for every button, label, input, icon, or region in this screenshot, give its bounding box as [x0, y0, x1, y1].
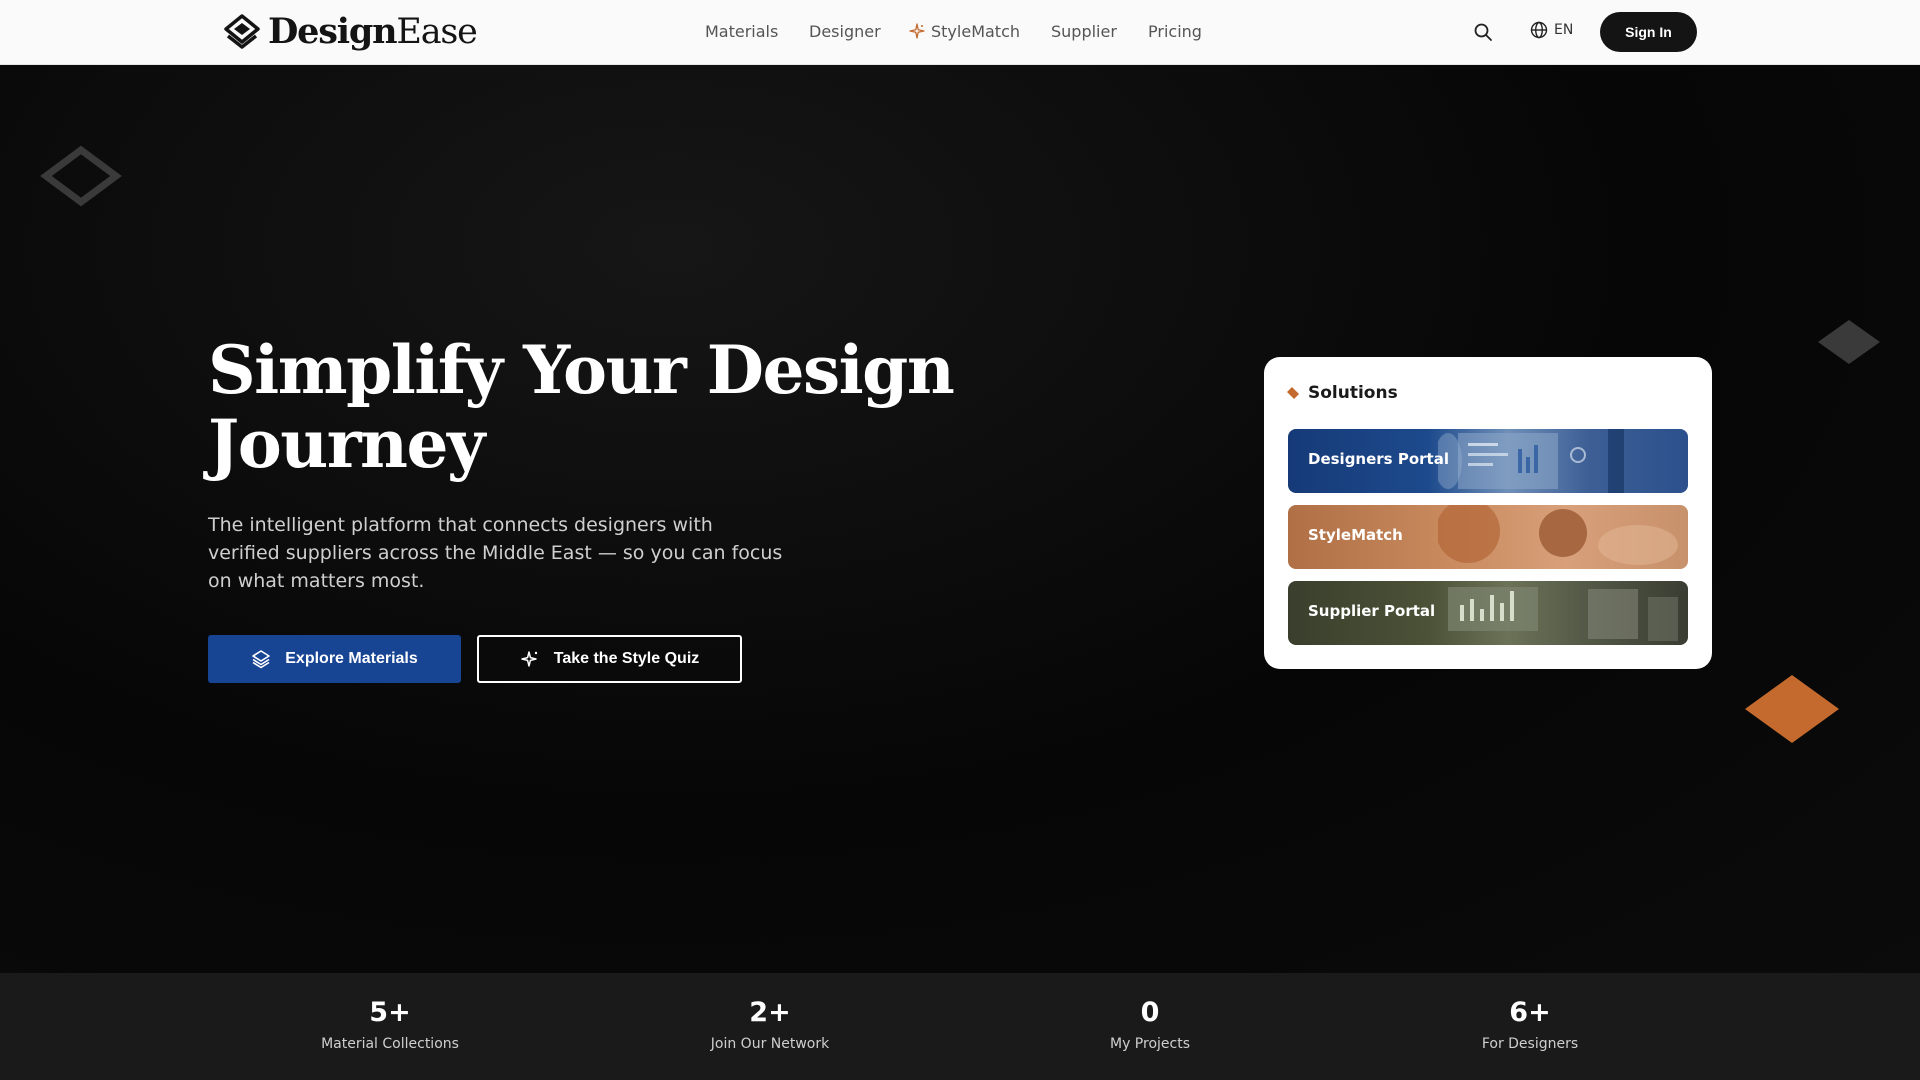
- stat-value: 5+: [369, 997, 411, 1028]
- explore-materials-label: Explore Materials: [285, 650, 418, 667]
- style-quiz-label: Take the Style Quiz: [553, 650, 700, 667]
- brand-logo[interactable]: DesignEase: [222, 11, 478, 53]
- site-header: DesignEase Materials Designer StyleMatch…: [0, 0, 1920, 65]
- explore-materials-button[interactable]: Explore Materials: [208, 635, 461, 683]
- stats-bar: 5+ Material Collections 2+ Join Our Netw…: [0, 973, 1920, 1080]
- nav-supplier[interactable]: Supplier: [1051, 20, 1117, 44]
- hero-title: Simplify Your Design Journey: [208, 333, 968, 481]
- dashboard-photo: [1438, 429, 1624, 493]
- nav-stylematch-label: StyleMatch: [931, 22, 1021, 41]
- layers-diamond-icon: [224, 14, 260, 49]
- solutions-card: Solutions Designers Portal StyleMatch Su…: [1264, 357, 1712, 669]
- stat-my-projects: 0 My Projects: [1020, 997, 1280, 1053]
- style-quiz-button[interactable]: Take the Style Quiz: [477, 635, 742, 683]
- nav-stylematch[interactable]: StyleMatch: [909, 20, 1020, 44]
- stat-for-designers: 6+ For Designers: [1400, 997, 1660, 1053]
- warehouse-photo: [1448, 587, 1678, 641]
- outline-diamond-decoration: [40, 145, 122, 207]
- solutions-heading: Solutions: [1286, 383, 1398, 403]
- material-swatch-photo: [1438, 505, 1678, 565]
- stat-material-collections: 5+ Material Collections: [260, 997, 520, 1053]
- stat-label: My Projects: [1109, 1036, 1190, 1052]
- grey-diamond-decoration: [1818, 320, 1880, 364]
- sparkle-icon: [909, 23, 925, 39]
- stat-value: 2+: [749, 997, 791, 1028]
- stat-label: Join Our Network: [710, 1036, 830, 1052]
- solutions-heading-label: Solutions: [1308, 383, 1398, 403]
- sign-in-button[interactable]: Sign In: [1600, 12, 1697, 52]
- solution-supplier-portal[interactable]: Supplier Portal: [1288, 581, 1688, 645]
- language-label: EN: [1554, 22, 1574, 38]
- nav-designer[interactable]: Designer: [809, 20, 881, 44]
- diamond-bullet-icon: [1286, 386, 1300, 400]
- solution-stylematch[interactable]: StyleMatch: [1288, 505, 1688, 569]
- nav-pricing[interactable]: Pricing: [1148, 20, 1202, 44]
- supplier-portal-label: Supplier Portal: [1308, 602, 1436, 620]
- stat-value: 6+: [1509, 997, 1551, 1028]
- hero-subtitle: The intelligent platform that connects d…: [208, 514, 783, 592]
- hero-section: Simplify Your Design Journey The intelli…: [0, 65, 1920, 973]
- hero-title-line-1: Simplify Your Design: [208, 331, 955, 409]
- language-selector[interactable]: EN: [1530, 21, 1573, 39]
- stat-join-network: 2+ Join Our Network: [640, 997, 900, 1053]
- stat-label: For Designers: [1481, 1036, 1579, 1052]
- stylematch-label: StyleMatch: [1308, 526, 1403, 544]
- nav-materials[interactable]: Materials: [705, 20, 778, 44]
- globe-icon: [1530, 21, 1548, 39]
- search-icon[interactable]: [1473, 22, 1493, 42]
- layers-icon: [252, 650, 271, 669]
- stat-label: Material Collections: [321, 1036, 459, 1052]
- solution-designers-portal[interactable]: Designers Portal: [1288, 429, 1688, 493]
- brand-name: DesignEase: [268, 11, 478, 53]
- orange-diamond-decoration: [1745, 675, 1839, 743]
- sparkle-icon: [520, 651, 537, 667]
- hero-title-line-2: Journey: [208, 405, 485, 483]
- stat-value: 0: [1140, 997, 1160, 1028]
- designers-portal-label: Designers Portal: [1308, 450, 1449, 468]
